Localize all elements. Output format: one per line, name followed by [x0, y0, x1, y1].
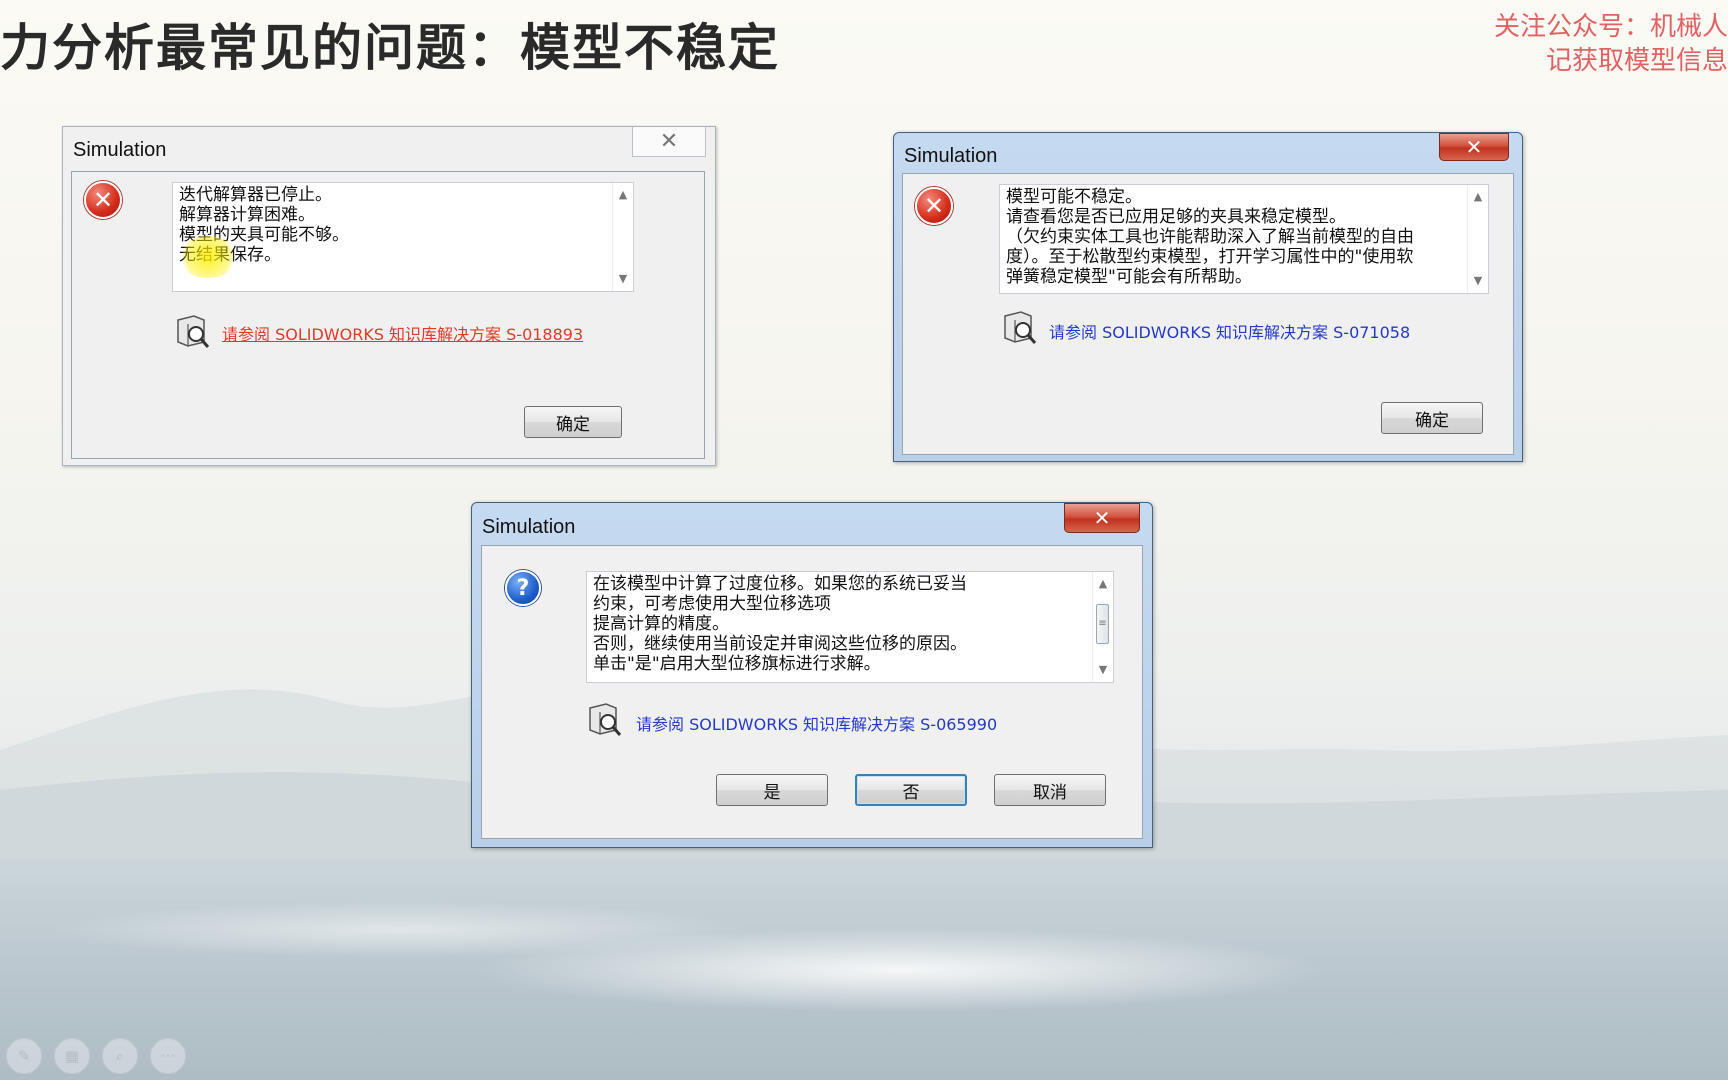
scroll-up-icon[interactable]: ▲ [613, 185, 633, 205]
watermark-line-1: 关注公众号：机械人 [1493, 12, 1728, 42]
cursor-highlight [178, 236, 238, 278]
knowledge-base-link[interactable]: 请参阅 SOLIDWORKS 知识库解决方案 S-065990 [636, 711, 997, 735]
message-line: （欠约束实体工具也许能帮助深入了解当前模型的自由 [1006, 227, 1414, 247]
knowledge-base-link[interactable]: 请参阅 SOLIDWORKS 知识库解决方案 S-018893 [222, 321, 583, 345]
zoom-icon[interactable]: ⌕ [102, 1038, 138, 1074]
message-line: 无结果保存。 [179, 245, 633, 265]
dialog-body: ✕ 迭代解算器已停止。 解算器计算困难。 模型的夹具可能不够。 无结果保存。 ▲… [71, 171, 705, 459]
scroll-up-icon[interactable]: ▲ [1093, 574, 1113, 594]
dialog-title: Simulation [904, 145, 998, 167]
message-line: 单击"是"启用大型位移旗标进行求解。 [593, 654, 881, 674]
watermark-line-2: 记获取模型信息 [1545, 46, 1728, 76]
message-scrollbar[interactable]: ▲ ▼ [612, 183, 633, 291]
dialog-title: Simulation [73, 139, 167, 161]
close-icon: ✕ [1465, 135, 1483, 159]
simulation-dialog-3: Simulation ✕ ? 在该模型中计算了过度位移。如果您的系统已妥当 约束… [471, 502, 1153, 848]
scroll-thumb-grip-icon[interactable]: ≡ [1096, 604, 1109, 644]
dialog-title: Simulation [482, 516, 576, 538]
error-icon: ✕ [915, 187, 953, 225]
question-icon: ? [505, 570, 541, 606]
scroll-down-icon[interactable]: ▼ [1468, 271, 1488, 291]
simulation-dialog-2: Simulation ✕ ✕ 模型可能不稳定。 请查看您是否已应用足够的夹具来稳… [893, 132, 1523, 462]
simulation-dialog-1: Simulation ✕ ✕ 迭代解算器已停止。 解算器计算困难。 模型的夹具可… [62, 126, 716, 466]
message-line: 在该模型中计算了过度位移。如果您的系统已妥当 [593, 574, 967, 594]
message-line: 模型可能不稳定。 [1006, 187, 1142, 207]
slides-icon[interactable]: ▦ [54, 1038, 90, 1074]
close-button[interactable]: ✕ [632, 127, 706, 157]
yes-button[interactable]: 是 [716, 774, 828, 806]
cancel-button[interactable]: 取消 [994, 774, 1106, 806]
message-line: 约束，可考虑使用大型位移选项 [593, 594, 831, 614]
knowledge-base-link[interactable]: 请参阅 SOLIDWORKS 知识库解决方案 S-071058 [1049, 319, 1410, 343]
close-icon: ✕ [1093, 506, 1111, 530]
slide-title: 力分析最常见的问题：模型不稳定 [0, 18, 780, 77]
message-scrollbar[interactable]: ▲ ▼ [1467, 185, 1488, 293]
message-line: 迭代解算器已停止。 [179, 185, 332, 205]
message-box[interactable]: 迭代解算器已停止。 解算器计算困难。 模型的夹具可能不够。 无结果保存。 ▲ ▼ [172, 182, 634, 292]
scroll-down-icon[interactable]: ▼ [1093, 660, 1113, 680]
message-line: 提高计算的精度。 [593, 614, 729, 634]
more-options-icon[interactable]: ··· [150, 1038, 186, 1074]
watermark: 关注公众号：机械人 记获取模型信息 [1494, 10, 1728, 78]
sea-background [0, 860, 1728, 1080]
message-line: 解算器计算困难。 [179, 205, 315, 225]
message-line: 弹簧稳定模型"可能会有所帮助。 [1006, 267, 1252, 287]
message-line: 度）。至于松散型约束模型，打开学习属性中的"使用软 [1006, 247, 1414, 267]
slideshow-toolbar: ✎ ▦ ⌕ ··· [6, 1038, 186, 1074]
message-box[interactable]: 在该模型中计算了过度位移。如果您的系统已妥当 约束，可考虑使用大型位移选项 提高… [586, 571, 1114, 683]
pen-icon[interactable]: ✎ [6, 1038, 42, 1074]
knowledge-base-icon [1004, 311, 1037, 344]
knowledge-base-icon [177, 315, 210, 348]
message-line: 请查看您是否已应用足够的夹具来稳定模型。 [1006, 207, 1346, 227]
close-button[interactable]: ✕ [1439, 133, 1509, 161]
close-icon: ✕ [659, 129, 679, 154]
ok-button[interactable]: 确定 [524, 406, 622, 438]
dialog-body: ✕ 模型可能不稳定。 请查看您是否已应用足够的夹具来稳定模型。 （欠约束实体工具… [902, 173, 1514, 455]
error-icon: ✕ [84, 181, 122, 219]
no-button[interactable]: 否 [855, 774, 967, 806]
ok-button[interactable]: 确定 [1381, 402, 1483, 434]
message-line: 模型的夹具可能不够。 [179, 225, 349, 245]
message-box[interactable]: 模型可能不稳定。 请查看您是否已应用足够的夹具来稳定模型。 （欠约束实体工具也许… [999, 184, 1489, 294]
message-line: 否则，继续使用当前设定并审阅这些位移的原因。 [593, 634, 967, 654]
scroll-down-icon[interactable]: ▼ [613, 269, 633, 289]
scroll-up-icon[interactable]: ▲ [1468, 187, 1488, 207]
knowledge-base-icon [589, 703, 622, 736]
message-scrollbar[interactable]: ▲ ≡ ▼ [1092, 572, 1113, 682]
close-button[interactable]: ✕ [1064, 503, 1140, 533]
dialog-body: ? 在该模型中计算了过度位移。如果您的系统已妥当 约束，可考虑使用大型位移选项 … [481, 545, 1143, 839]
